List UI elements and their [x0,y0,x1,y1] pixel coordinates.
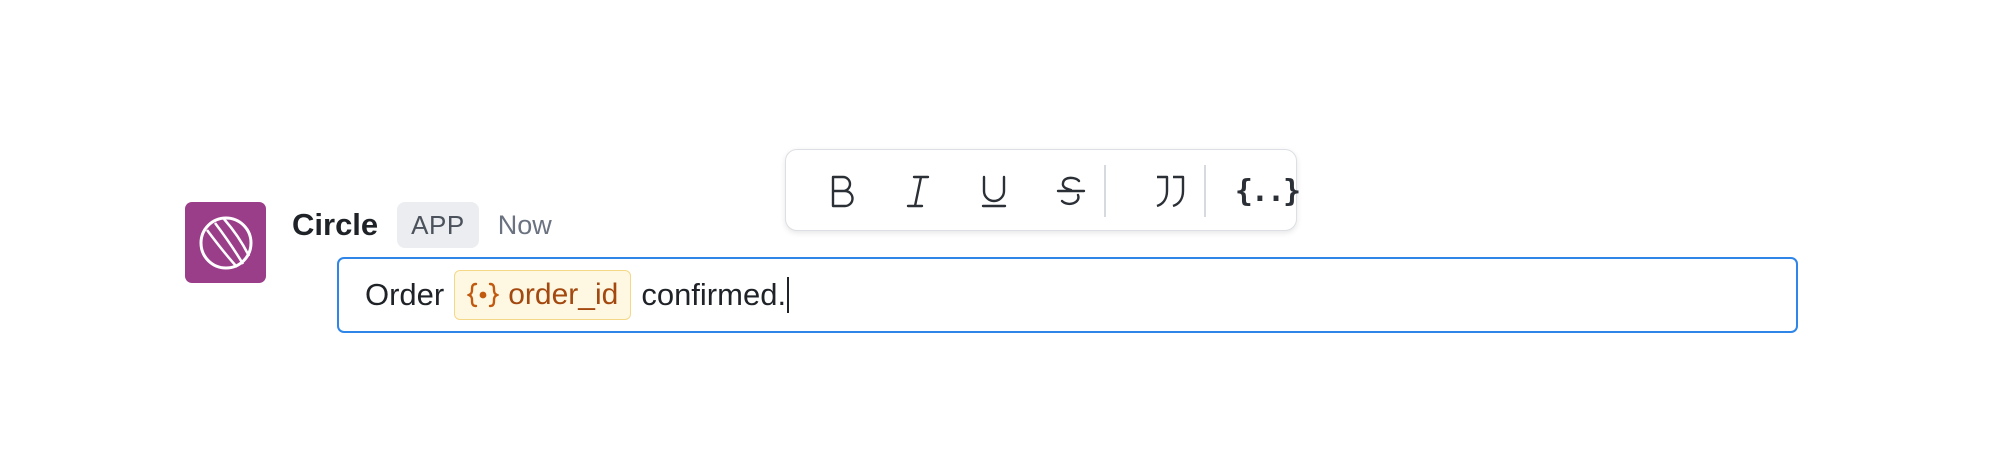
italic-icon [906,175,930,208]
bold-icon [831,175,854,208]
strikethrough-icon [1056,176,1086,206]
avatar [185,202,266,283]
bold-button[interactable] [819,169,863,213]
quote-button[interactable] [1149,169,1193,213]
sender-name[interactable]: Circle [292,207,378,243]
text-caret [787,277,790,313]
underline-icon [981,175,1007,208]
variable-button[interactable]: {..} [1235,169,1301,213]
editor-text-after: confirmed. [641,277,787,312]
editor-text-before: Order [365,277,445,312]
message-editor[interactable]: Order order_id confirmed. [337,257,1798,333]
message-header: Circle APP Now [292,202,552,248]
toolbar-divider [1204,165,1206,217]
strikethrough-button[interactable] [1049,169,1093,213]
variable-braces-icon: {..} [1234,173,1301,209]
variable-icon [467,282,500,308]
formatting-toolbar: {..} [785,149,1301,231]
italic-button[interactable] [896,169,940,213]
toolbar-divider [1104,165,1106,217]
variable-chip[interactable]: order_id [454,270,632,320]
app-logo-icon [199,216,252,269]
timestamp: Now [497,209,552,240]
app-badge: APP [397,202,479,248]
underline-button[interactable] [972,169,1016,213]
quote-icon [1156,175,1185,208]
variable-name: order_id [508,278,619,311]
